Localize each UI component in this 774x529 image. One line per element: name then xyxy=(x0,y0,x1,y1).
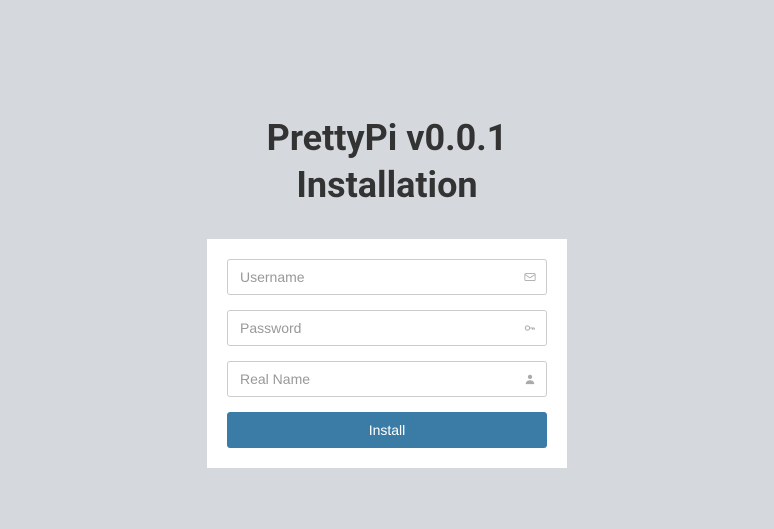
envelope-icon xyxy=(523,270,537,284)
username-group xyxy=(227,259,547,295)
install-form-card: Install xyxy=(207,239,567,468)
page-title: PrettyPi v0.0.1 Installation xyxy=(267,115,508,209)
realname-input[interactable] xyxy=(227,361,547,397)
title-line-2: Installation xyxy=(267,162,508,209)
title-line-1: PrettyPi v0.0.1 xyxy=(267,115,508,162)
key-icon xyxy=(523,321,537,335)
username-input[interactable] xyxy=(227,259,547,295)
realname-group xyxy=(227,361,547,397)
password-input[interactable] xyxy=(227,310,547,346)
install-button[interactable]: Install xyxy=(227,412,547,448)
user-icon xyxy=(523,372,537,386)
password-group xyxy=(227,310,547,346)
